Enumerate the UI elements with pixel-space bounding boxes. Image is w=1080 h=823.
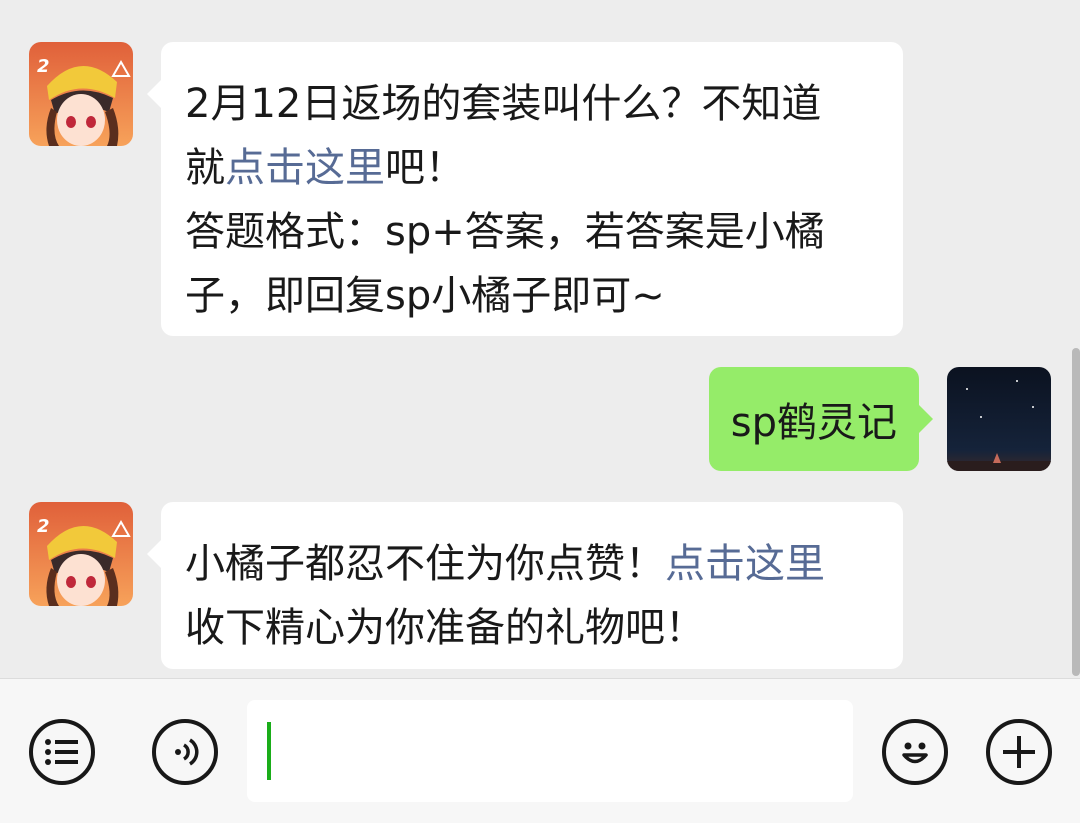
click-here-link[interactable]: 点击这里	[225, 145, 385, 191]
message-line: 就点击这里吧！	[185, 145, 465, 191]
message-input[interactable]	[247, 700, 853, 802]
message-line: 答题格式：sp+答案，若答案是小橘	[185, 209, 825, 255]
menu-list-icon[interactable]	[29, 719, 95, 785]
message-line: 子，即回复sp小橘子即可~	[185, 273, 665, 319]
add-icon[interactable]	[986, 719, 1052, 785]
message-line: 收下精心为你准备的礼物吧！	[185, 605, 705, 651]
chat-message-list[interactable]: 2 2月12日返场的套装叫什么？不知道 就点击这里吧！ 答题格式：sp+答案，若…	[0, 0, 1080, 678]
input-bar	[0, 678, 1080, 823]
game-character-avatar-icon[interactable]: 2	[29, 502, 133, 606]
svg-text:2: 2	[37, 56, 50, 77]
message-line: 2月12日返场的套装叫什么？不知道	[185, 81, 822, 127]
message-line: 小橘子都忍不住为你点赞！点击这里	[185, 541, 825, 587]
scrollbar[interactable]	[1072, 348, 1080, 676]
svg-text:2: 2	[37, 516, 50, 537]
incoming-message-bubble[interactable]: 2月12日返场的套装叫什么？不知道 就点击这里吧！ 答题格式：sp+答案，若答案…	[147, 42, 903, 336]
voice-icon[interactable]	[152, 719, 218, 785]
message-text: sp鹤灵记	[730, 400, 897, 446]
incoming-message-bubble[interactable]: 小橘子都忍不住为你点赞！点击这里 收下精心为你准备的礼物吧！	[147, 502, 903, 669]
click-here-link[interactable]: 点击这里	[665, 541, 825, 587]
text-cursor	[267, 722, 271, 780]
outgoing-message-bubble[interactable]: sp鹤灵记	[708, 367, 934, 471]
game-character-avatar-icon[interactable]: 2	[29, 42, 133, 146]
emoji-icon[interactable]	[882, 719, 948, 785]
night-moon-avatar-icon[interactable]	[947, 367, 1051, 471]
